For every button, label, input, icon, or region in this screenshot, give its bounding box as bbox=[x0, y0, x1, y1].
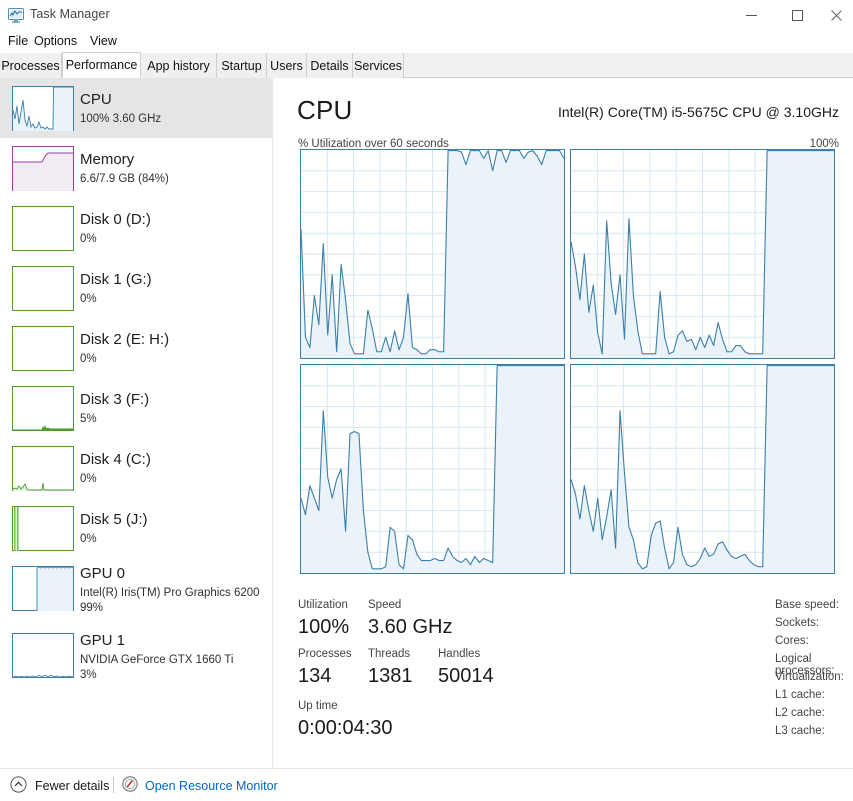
sidebar-item-sub: 0% bbox=[80, 533, 97, 545]
title-bar: Task Manager bbox=[0, 0, 853, 30]
tab-users[interactable]: Users bbox=[267, 53, 307, 78]
window-title: Task Manager bbox=[30, 7, 110, 21]
open-resource-monitor-link[interactable]: Open Resource Monitor bbox=[122, 776, 278, 795]
uptime-value: 0:00:04:30 bbox=[298, 717, 393, 739]
sidebar-item-label: Disk 1 (G:) bbox=[80, 271, 152, 288]
tab-strip: Processes Performance App history Startu… bbox=[0, 52, 853, 78]
sidebar-item-label: GPU 0 bbox=[80, 565, 126, 582]
threads-value: 1381 bbox=[368, 665, 413, 687]
menu-bar: File Options View bbox=[0, 31, 853, 52]
page-title: CPU bbox=[297, 95, 353, 125]
uptime-label: Up time bbox=[298, 700, 338, 712]
sidebar-item-gpu-0[interactable]: GPU 0 Intel(R) Iris(TM) Pro Graphics 620… bbox=[0, 558, 272, 624]
tab-startup[interactable]: Startup bbox=[217, 53, 267, 78]
disk-thumbnail bbox=[12, 266, 74, 311]
sidebar-item-label: Disk 4 (C:) bbox=[80, 451, 151, 468]
sidebar-item-gpu-1[interactable]: GPU 1 NVIDIA GeForce GTX 1660 Ti 3% bbox=[0, 625, 272, 691]
sidebar-item-sub: 0% bbox=[80, 233, 97, 245]
sidebar-item-sub: 0% bbox=[80, 353, 97, 365]
speed-label: Speed bbox=[368, 599, 402, 611]
cpu-model-label: Intel(R) Core(TM) i5-5675C CPU @ 3.10GHz bbox=[557, 104, 839, 120]
sidebar-item-sub2: 3% bbox=[80, 669, 97, 681]
spec-label-l1-cache: L1 cache: bbox=[775, 689, 825, 701]
cpu-thumbnail bbox=[12, 86, 74, 131]
sidebar-item-sub: Intel(R) Iris(TM) Pro Graphics 6200 bbox=[80, 587, 260, 599]
sidebar-item-disk-0[interactable]: Disk 0 (D:) 0% bbox=[0, 198, 272, 258]
status-bar: Fewer details Open Resource Monitor bbox=[0, 768, 853, 801]
cpu-core-graph-0[interactable] bbox=[300, 149, 565, 359]
memory-thumbnail bbox=[12, 146, 74, 191]
sidebar-item-label: Disk 5 (J:) bbox=[80, 511, 148, 528]
disk-thumbnail bbox=[12, 446, 74, 491]
sidebar-item-label: CPU bbox=[80, 91, 112, 108]
menu-options[interactable]: Options bbox=[30, 34, 81, 48]
cpu-core-graph-2[interactable] bbox=[300, 364, 565, 574]
sidebar-item-disk-3[interactable]: Disk 3 (F:) 5% bbox=[0, 378, 272, 438]
sidebar-item-sub: 100% 3.60 GHz bbox=[80, 113, 162, 125]
sidebar-item-sub: 5% bbox=[80, 413, 97, 425]
disk-thumbnail bbox=[12, 326, 74, 371]
sidebar-item-sub2: 99% bbox=[80, 602, 104, 614]
spec-label-cores: Cores: bbox=[775, 635, 809, 647]
spec-label-l2-cache: L2 cache: bbox=[775, 707, 825, 719]
disk-thumbnail bbox=[12, 386, 74, 431]
footer-divider bbox=[113, 777, 114, 793]
spec-label-sockets: Sockets: bbox=[775, 617, 820, 629]
resource-sidebar[interactable]: CPU 100% 3.60 GHz Memory 6.6/7.9 GB (84%… bbox=[0, 78, 273, 768]
gpu-thumbnail bbox=[12, 566, 74, 611]
tab-processes[interactable]: Processes bbox=[0, 53, 62, 78]
resource-monitor-icon bbox=[122, 776, 138, 795]
processes-value: 134 bbox=[298, 665, 332, 687]
tab-app-history[interactable]: App history bbox=[141, 53, 217, 78]
handles-value: 50014 bbox=[438, 665, 494, 687]
gpu-thumbnail bbox=[12, 633, 74, 678]
content-area: CPU 100% 3.60 GHz Memory 6.6/7.9 GB (84%… bbox=[0, 78, 853, 768]
menu-view[interactable]: View bbox=[86, 34, 121, 48]
spec-label-base-speed: Base speed: bbox=[775, 599, 839, 611]
open-resource-monitor-label: Open Resource Monitor bbox=[145, 778, 278, 793]
sidebar-item-sub: 0% bbox=[80, 293, 97, 305]
cpu-detail-panel: CPU Intel(R) Core(TM) i5-5675C CPU @ 3.1… bbox=[274, 78, 853, 768]
sidebar-item-label: Memory bbox=[80, 151, 135, 168]
sidebar-item-label: Disk 3 (F:) bbox=[80, 391, 150, 408]
sidebar-item-disk-5[interactable]: Disk 5 (J:) 0% bbox=[0, 498, 272, 558]
disk-thumbnail bbox=[12, 506, 74, 551]
tab-performance[interactable]: Performance bbox=[62, 52, 141, 78]
chevron-up-icon bbox=[10, 776, 27, 796]
menu-file[interactable]: File bbox=[4, 34, 32, 48]
tab-details[interactable]: Details bbox=[307, 53, 353, 78]
handles-label: Handles bbox=[438, 648, 481, 660]
sidebar-item-sub: 0% bbox=[80, 473, 97, 485]
fewer-details-label: Fewer details bbox=[35, 779, 110, 793]
fewer-details-button[interactable]: Fewer details bbox=[10, 776, 109, 796]
sidebar-item-disk-2[interactable]: Disk 2 (E: H:) 0% bbox=[0, 318, 272, 378]
sidebar-item-disk-1[interactable]: Disk 1 (G:) 0% bbox=[0, 258, 272, 318]
sidebar-item-sub: NVIDIA GeForce GTX 1660 Ti bbox=[80, 654, 234, 666]
cpu-core-graph-1[interactable] bbox=[570, 149, 835, 359]
threads-label: Threads bbox=[368, 648, 411, 660]
minimize-button[interactable] bbox=[728, 0, 774, 30]
cpu-core-graph-3[interactable] bbox=[570, 364, 835, 574]
maximize-button[interactable] bbox=[774, 0, 820, 30]
tab-services[interactable]: Services bbox=[353, 53, 404, 78]
spec-label-virtualization: Virtualization: bbox=[775, 671, 844, 683]
utilization-label: Utilization bbox=[298, 599, 348, 611]
task-manager-icon bbox=[8, 8, 24, 23]
close-button[interactable] bbox=[820, 0, 853, 30]
disk-thumbnail bbox=[12, 206, 74, 251]
sidebar-item-disk-4[interactable]: Disk 4 (C:) 0% bbox=[0, 438, 272, 498]
sidebar-item-sub: 6.6/7.9 GB (84%) bbox=[80, 173, 169, 185]
utilization-value: 100% bbox=[298, 616, 350, 638]
sidebar-item-cpu[interactable]: CPU 100% 3.60 GHz bbox=[0, 78, 272, 138]
sidebar-item-memory[interactable]: Memory 6.6/7.9 GB (84%) bbox=[0, 138, 272, 198]
sidebar-item-label: GPU 1 bbox=[80, 632, 126, 649]
sidebar-item-label: Disk 0 (D:) bbox=[80, 211, 151, 228]
processes-label: Processes bbox=[298, 648, 352, 660]
spec-label-l3-cache: L3 cache: bbox=[775, 725, 825, 737]
sidebar-item-label: Disk 2 (E: H:) bbox=[80, 331, 170, 348]
speed-value: 3.60 GHz bbox=[368, 616, 453, 638]
